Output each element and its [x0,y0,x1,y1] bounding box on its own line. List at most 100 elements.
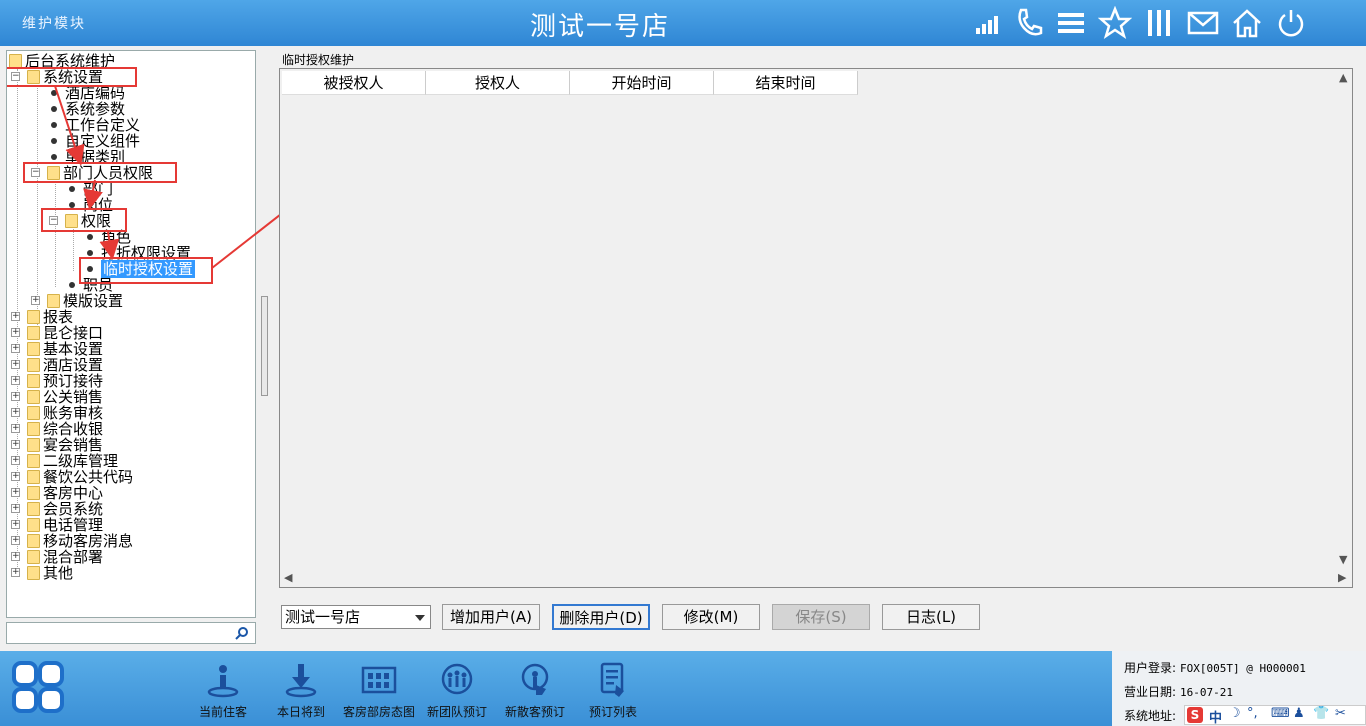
column-header-grantor[interactable]: 授权人 [426,71,570,95]
booking-list-button[interactable]: 预订列表 [573,661,653,720]
phone-icon[interactable] [1012,6,1046,40]
expand-icon[interactable]: + [11,456,20,465]
navigation-tree[interactable]: 后台系统维护 − 系统设置 酒店编码 系统参数 工作台定义 自定义组件 单据类别… [6,50,256,618]
power-icon[interactable] [1274,6,1308,40]
tools-icon[interactable]: ✂ [1335,706,1346,721]
tree-item-top-level[interactable]: 公关销售 [27,389,103,405]
menu-icon[interactable] [1054,6,1088,40]
delete-user-button[interactable]: 删除用户(D) [552,604,650,630]
store-select[interactable]: 测试一号店 [281,605,431,629]
tree-item-top-level[interactable]: 宴会销售 [27,437,103,453]
leaf-dot-icon [69,186,75,192]
punctuation-icon[interactable]: °, [1247,706,1258,721]
tree-item-top-level[interactable]: 移动客房消息 [27,533,133,549]
expand-icon[interactable]: + [11,328,20,337]
folder-icon [47,294,60,308]
tree-item-top-level[interactable]: 基本设置 [27,341,103,357]
column-header-start-time[interactable]: 开始时间 [570,71,714,95]
footer-bar: 当前住客 本日将到 客房部房态图 新团队预订 新散客预订 预订列表 用户登录: … [0,651,1366,726]
scroll-up-icon[interactable]: ▲ [1339,71,1347,84]
scroll-right-icon[interactable]: ▶ [1338,571,1346,584]
modify-button[interactable]: 修改(M) [662,604,760,630]
tree-item-top-level[interactable]: 会员系统 [27,501,103,517]
expand-icon[interactable]: + [31,296,40,305]
expand-icon[interactable]: + [11,392,20,401]
expand-icon[interactable]: + [11,536,20,545]
user-icon[interactable]: ♟ [1293,706,1305,721]
ime-toolbar[interactable]: S 中 ☽ °, ⌨ ♟ 👕 ✂ [1184,705,1366,726]
tree-item-top-level[interactable]: 预订接待 [27,373,103,389]
tree-item-top-level[interactable]: 混合部署 [27,549,103,565]
expand-icon[interactable]: + [11,552,20,561]
new-group-booking-button[interactable]: 新团队预订 [417,661,497,720]
expand-icon[interactable]: + [11,408,20,417]
expand-icon[interactable]: + [11,376,20,385]
tree-item-top-level[interactable]: 综合收银 [27,421,103,437]
tree-item-department[interactable]: 部门 [83,181,113,197]
moon-icon[interactable]: ☽ [1229,706,1241,721]
tree-item-hotel-code[interactable]: 酒店编码 [65,85,125,101]
tree-item-top-level[interactable]: 酒店设置 [27,357,103,373]
list-icon [600,662,624,697]
column-header-grantee[interactable]: 被授权人 [282,71,426,95]
tree-item-top-level[interactable]: 客房中心 [27,485,103,501]
vertical-scrollbar[interactable]: ▲ ▼ [1336,69,1352,569]
title-bar: 维护模块 测试一号店 [0,0,1366,46]
home-icon[interactable] [1230,6,1264,40]
arriving-today-button[interactable]: 本日将到 [261,661,341,720]
expand-icon[interactable]: + [11,344,20,353]
expand-icon[interactable]: + [11,424,20,433]
ime-language[interactable]: 中 [1209,707,1222,726]
tree-item-top-level[interactable]: 电话管理 [27,517,103,533]
leaf-dot-icon [87,250,93,256]
expand-icon[interactable]: + [11,568,20,577]
tree-item-template-settings[interactable]: 模版设置 [47,293,123,309]
panel-splitter[interactable] [261,296,268,396]
tree-item-custom-component[interactable]: 自定义组件 [65,133,140,149]
tree-search-input[interactable] [6,622,256,644]
current-guests-button[interactable]: 当前住客 [183,661,263,720]
keyboard-icon[interactable]: ⌨ [1271,706,1290,721]
scroll-left-icon[interactable]: ◀ [284,571,292,584]
tree-item-system-params[interactable]: 系统参数 [65,101,125,117]
authorization-grid[interactable]: 被授权人 授权人 开始时间 结束时间 ▲ ▼ ◀ ▶ [279,68,1353,588]
signal-icon[interactable] [972,6,1006,40]
horizontal-scrollbar[interactable]: ◀ ▶ [280,569,1346,587]
scroll-down-icon[interactable]: ▼ [1339,553,1347,566]
expand-icon[interactable]: + [11,312,20,321]
highlight-box [79,257,213,284]
save-button[interactable]: 保存(S) [772,604,870,630]
folder-icon [27,502,40,516]
column-header-end-time[interactable]: 结束时间 [714,71,858,95]
folder-icon [27,454,40,468]
shirt-icon[interactable]: 👕 [1313,706,1329,721]
tree-item-workbench-def[interactable]: 工作台定义 [65,117,140,133]
star-icon[interactable] [1098,6,1132,40]
expand-icon[interactable]: + [11,488,20,497]
tree-item-top-level[interactable]: 昆仑接口 [27,325,103,341]
app-logo-icon[interactable] [12,661,66,715]
tree-item-top-level[interactable]: 报表 [27,309,73,325]
folder-icon [27,374,40,388]
tree-item-top-level[interactable]: 餐饮公共代码 [27,469,133,485]
tree-item-top-level[interactable]: 二级库管理 [27,453,118,469]
log-button[interactable]: 日志(L) [882,604,980,630]
tree-item-top-level[interactable]: 其他 [27,565,73,581]
expand-icon[interactable]: + [11,440,20,449]
folder-icon [27,518,40,532]
search-icon[interactable] [235,626,249,640]
grid-header: 被授权人 授权人 开始时间 结束时间 [282,71,858,95]
expand-icon[interactable]: + [11,360,20,369]
expand-icon[interactable]: + [11,520,20,529]
leaf-dot-icon [51,154,57,160]
expand-icon[interactable]: + [11,472,20,481]
highlight-box [41,208,127,232]
new-individual-booking-button[interactable]: 新散客预订 [495,661,575,720]
ime-logo-icon[interactable]: S [1187,707,1203,723]
mail-icon[interactable] [1186,6,1220,40]
tree-item-top-level[interactable]: 账务审核 [27,405,103,421]
add-user-button[interactable]: 增加用户(A) [442,604,540,630]
expand-icon[interactable]: + [11,504,20,513]
columns-icon[interactable] [1142,6,1176,40]
room-status-button[interactable]: 客房部房态图 [339,661,419,720]
